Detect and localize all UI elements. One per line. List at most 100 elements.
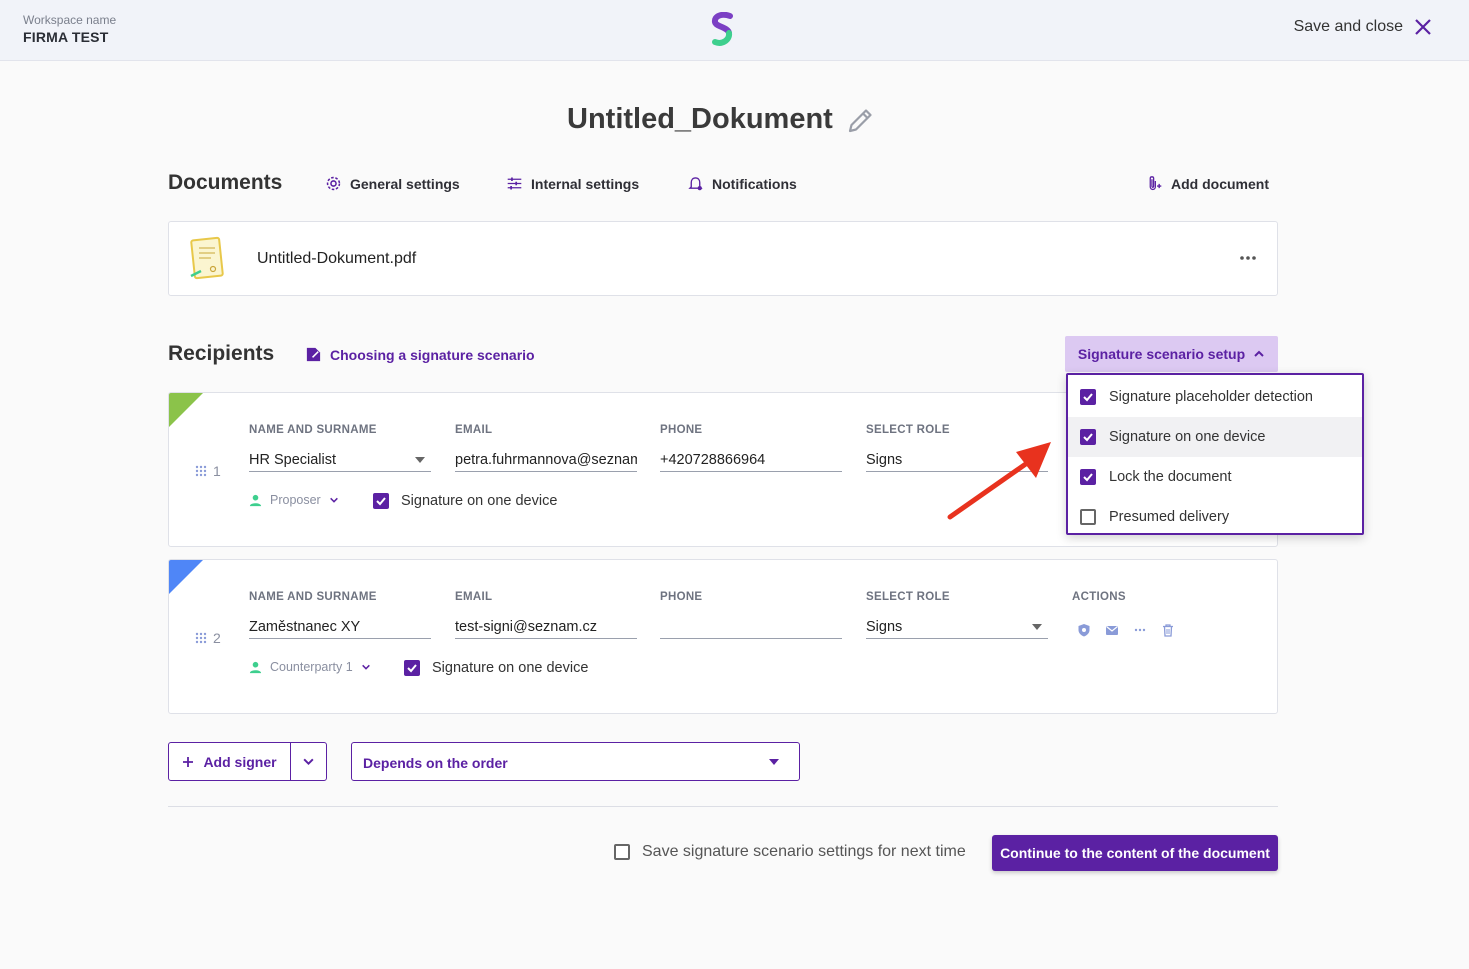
recipient-index: 2 [213,630,221,646]
recipient-actions [1077,623,1175,637]
signature-scenario-setup-label: Signature scenario setup [1077,346,1246,362]
more-options-icon[interactable] [1237,247,1259,269]
add-signer-split-button: Add signer [168,742,327,781]
save-scenario-settings-label: Save signature scenario settings for nex… [642,843,966,860]
checkbox-checked-icon [373,493,389,509]
add-signer-label: Add signer [203,753,277,770]
signing-order-select[interactable]: Depends on the order [351,742,800,781]
menu-item-signature-one-device[interactable]: Signature on one device [1068,417,1362,457]
name-field[interactable]: Zaměstnanec XY [249,617,431,639]
phone-column-label: PHONE [660,424,703,436]
notifications-link[interactable]: Notifications [687,175,797,192]
recipient-color-marker [169,393,203,427]
phone-field[interactable]: +420728866964 [660,450,842,472]
signi-logo-icon[interactable] [708,12,738,48]
paperclip-icon [1149,176,1162,191]
workspace-name[interactable]: FIRMA TEST [23,29,108,45]
bell-icon [688,177,703,191]
divider [168,806,1278,807]
menu-item-presumed-delivery[interactable]: Presumed delivery [1068,497,1362,537]
menu-item-placeholder-detection[interactable]: Signature placeholder detection [1068,377,1362,417]
more-icon[interactable] [1133,623,1147,637]
party-label: Counterparty 1 [270,660,353,674]
email-field[interactable]: test-signi@seznam.cz [455,617,637,639]
checkbox-unchecked-icon [614,844,630,860]
role-column-label: SELECT ROLE [866,424,950,436]
general-settings-link[interactable]: General settings [325,175,460,192]
signature-one-device-checkbox[interactable]: Signature on one device [373,493,557,509]
general-settings-label: General settings [350,175,460,192]
add-signer-button[interactable]: Add signer [169,743,291,780]
sliders-icon [507,177,522,190]
notifications-label: Notifications [712,175,797,192]
document-card[interactable]: Untitled-Dokument.pdf [168,221,1278,296]
continue-to-content-button[interactable]: Continue to the content of the document [992,835,1278,871]
signature-scenario-setup-button[interactable]: Signature scenario setup [1065,336,1278,372]
save-scenario-settings-checkbox[interactable]: Save signature scenario settings for nex… [614,843,966,861]
document-title[interactable]: Untitled_Dokument [567,103,833,136]
add-signer-dropdown-button[interactable] [291,743,326,780]
menu-item-label: Lock the document [1109,469,1232,485]
checkbox-checked-icon [1080,389,1096,405]
name-column-label: NAME AND SURNAME [249,424,377,436]
checkbox-label: Signature on one device [401,493,558,509]
documents-heading: Documents [168,171,283,194]
internal-settings-label: Internal settings [531,175,640,192]
email-field[interactable]: petra.fuhrmannova@seznam. [455,450,637,472]
role-column-label: SELECT ROLE [866,591,950,603]
checkbox-checked-icon [1080,469,1096,485]
recipients-heading: Recipients [168,342,275,365]
shield-icon[interactable] [1077,623,1091,637]
workspace-label: Workspace name [23,13,117,27]
recipient-color-marker [169,560,203,594]
edit-pencil-icon[interactable] [845,106,875,136]
save-and-close-button[interactable]: Save and close [1294,17,1433,37]
annotation-arrow-icon [947,442,1051,520]
party-selector[interactable]: Counterparty 1 [249,660,371,674]
document-thumbnail-icon [190,236,224,280]
drag-handle[interactable]: 1 [195,463,221,479]
add-document-button[interactable]: Add document [1146,175,1269,192]
drag-dots-icon [195,632,207,644]
caret-down-icon [415,457,425,463]
close-icon [1415,19,1431,35]
trash-icon[interactable] [1161,623,1175,637]
actions-column-label: ACTIONS [1072,591,1126,603]
chevron-down-icon [361,664,370,670]
role-value: Signs [866,452,903,468]
phone-field[interactable] [660,617,842,639]
plus-icon [183,756,194,767]
checkbox-checked-icon [404,660,420,676]
person-icon [249,494,262,506]
recipient-card: 2 NAME AND SURNAME EMAIL PHONE SELECT RO… [168,559,1278,714]
chevron-down-icon [329,497,338,503]
mail-icon[interactable] [1105,623,1119,637]
choosing-signature-scenario-label: Choosing a signature scenario [330,346,535,363]
recipient-index: 1 [213,463,221,479]
signature-scenario-menu: Signature placeholder detection Signatur… [1066,373,1364,535]
choosing-signature-scenario-link[interactable]: Choosing a signature scenario [305,346,535,363]
signature-one-device-checkbox[interactable]: Signature on one device [404,660,588,676]
email-column-label: EMAIL [455,591,493,603]
add-document-label: Add document [1171,175,1269,192]
name-column-label: NAME AND SURNAME [249,591,377,603]
name-select[interactable]: HR Specialist [249,450,431,472]
internal-settings-link[interactable]: Internal settings [506,175,639,192]
chevron-down-icon [303,758,314,766]
chevron-up-icon [1254,350,1264,357]
party-label: Proposer [270,493,321,507]
tag-icon [306,347,321,362]
menu-item-label: Presumed delivery [1109,509,1230,525]
menu-item-lock-document[interactable]: Lock the document [1068,457,1362,497]
caret-down-icon [769,759,779,765]
gear-icon [326,176,341,191]
phone-column-label: PHONE [660,591,703,603]
checkbox-label: Signature on one device [432,660,589,676]
drag-handle[interactable]: 2 [195,630,221,646]
role-select[interactable]: Signs [866,617,1048,639]
document-file-name[interactable]: Untitled-Dokument.pdf [257,250,416,268]
email-column-label: EMAIL [455,424,493,436]
drag-dots-icon [195,465,207,477]
checkbox-unchecked-icon [1080,509,1096,525]
party-selector[interactable]: Proposer [249,493,339,507]
